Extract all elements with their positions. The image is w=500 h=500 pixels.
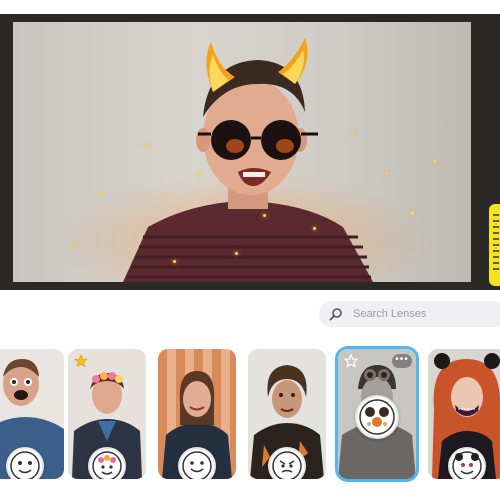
search-icon (329, 308, 342, 321)
lens-card-selected[interactable]: ••• (335, 346, 419, 482)
lens-carousel[interactable]: ••• (0, 346, 500, 494)
lens-icon (355, 395, 399, 439)
lens-card[interactable] (68, 349, 146, 479)
snapcode-pattern (493, 214, 499, 274)
search-lenses-input[interactable] (353, 308, 493, 320)
lens-icon (88, 447, 126, 479)
more-options-button[interactable]: ••• (392, 354, 412, 368)
lens-card[interactable] (248, 349, 326, 479)
search-lenses-field[interactable] (319, 301, 500, 327)
preview-person (123, 38, 373, 282)
favorite-star-outline-icon[interactable] (344, 354, 358, 368)
snapcode-tab[interactable] (489, 204, 500, 286)
camera-preview-frame (0, 14, 500, 290)
lens-icon (268, 447, 306, 479)
lens-icon (448, 447, 486, 479)
lens-card[interactable] (428, 349, 500, 479)
camera-preview (13, 22, 471, 282)
lens-card[interactable] (158, 349, 236, 479)
lens-icon (6, 447, 44, 479)
lens-card[interactable] (0, 349, 64, 479)
lens-studio-window: ••• (0, 0, 500, 500)
favorite-star-icon[interactable] (74, 354, 88, 368)
lens-icon (178, 447, 216, 479)
